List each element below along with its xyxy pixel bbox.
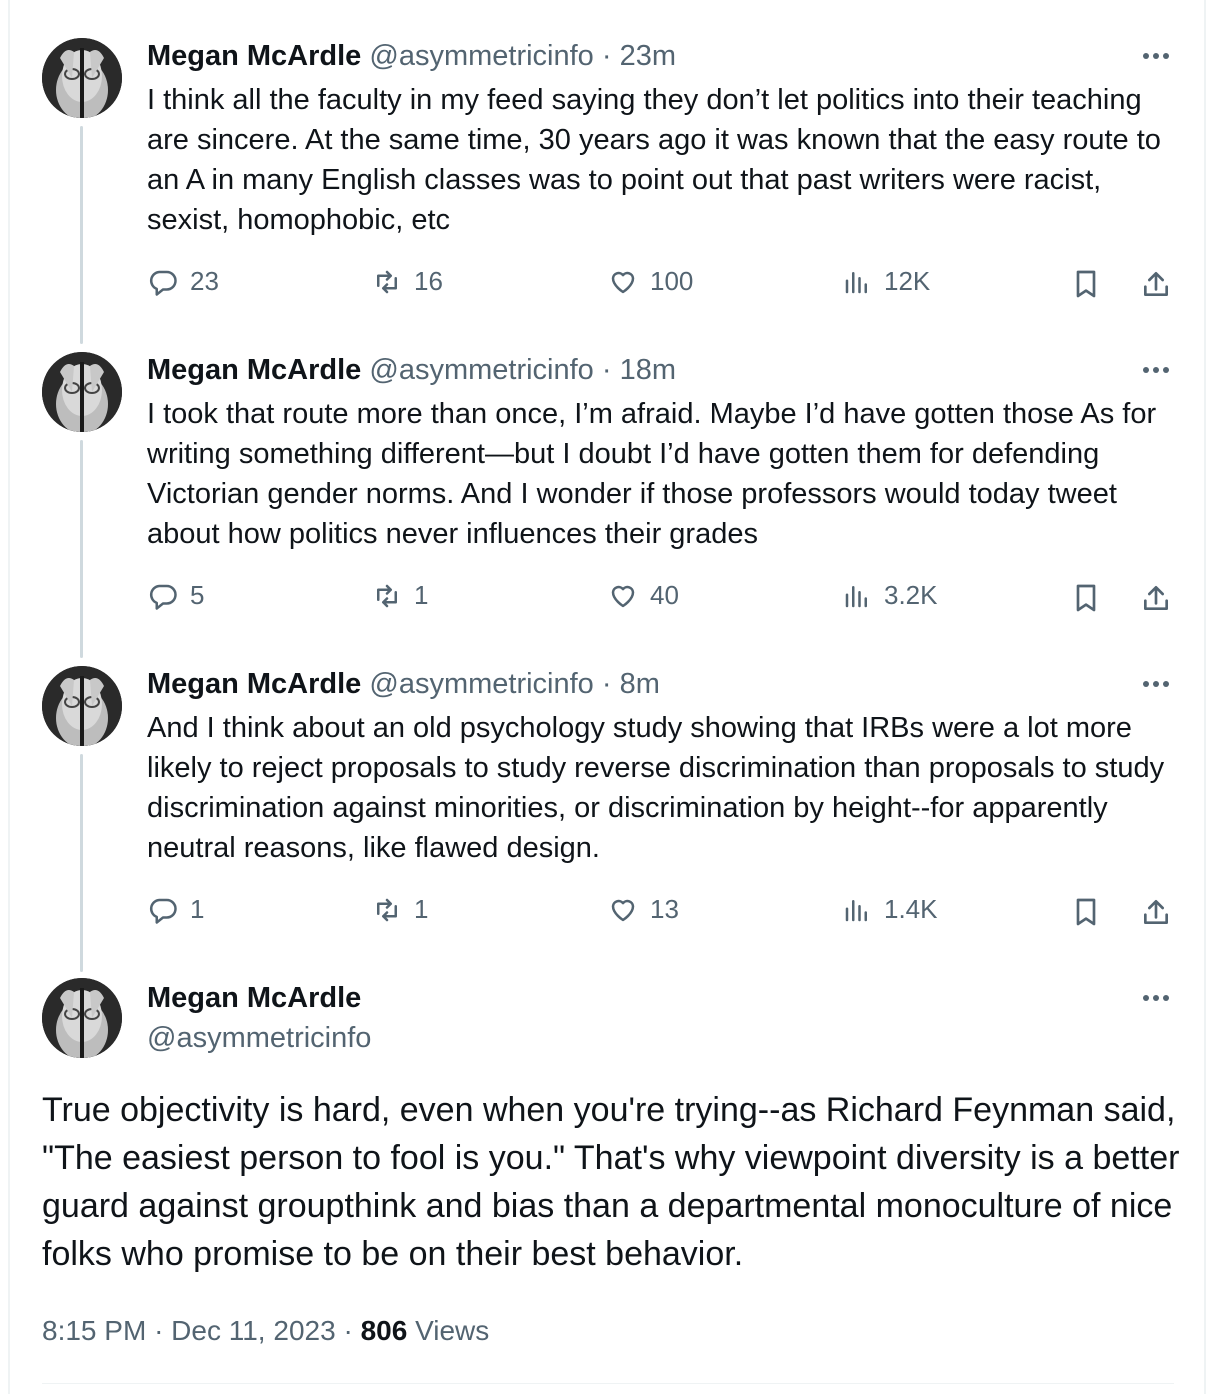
timestamp[interactable]: 8m [620, 668, 660, 700]
avatar[interactable] [42, 666, 122, 746]
main-avatar[interactable] [42, 978, 122, 1058]
like-button[interactable]: 40 [608, 580, 679, 611]
reply-icon [149, 270, 177, 296]
heart-icon [611, 899, 635, 921]
bookmark-icon[interactable] [1070, 268, 1102, 300]
tweet-text: I took that route more than once, I’m af… [147, 398, 1165, 550]
reply-button[interactable]: 1 [148, 894, 204, 925]
reply-count: 23 [190, 266, 219, 296]
post-date[interactable]: Dec 11, 2023 [171, 1315, 336, 1346]
like-button[interactable]: 13 [608, 894, 679, 925]
action-bar: 5 1 40 3.2K [0, 580, 1230, 620]
author-name[interactable]: Megan McArdle [147, 668, 361, 700]
tweet-text: I think all the faculty in my feed sayin… [147, 84, 1169, 236]
analytics-icon [845, 585, 867, 607]
avatar-image [42, 352, 122, 432]
bookmark-icon[interactable] [1070, 582, 1102, 614]
like-count: 40 [650, 580, 679, 610]
main-author-handle[interactable]: @asymmetricinfo [147, 1020, 371, 1056]
author-name[interactable]: Megan McArdle [147, 40, 361, 72]
avatar[interactable] [42, 352, 122, 432]
repost-button[interactable]: 16 [372, 266, 443, 297]
avatar-image [42, 978, 122, 1058]
reply-button[interactable]: 5 [148, 580, 204, 611]
avatar-image [42, 38, 122, 118]
more-icon[interactable] [1138, 46, 1174, 66]
separator-dot: · [154, 1315, 164, 1346]
more-icon[interactable] [1138, 674, 1174, 694]
share-icon[interactable] [1140, 582, 1172, 614]
share-icon[interactable] [1140, 896, 1172, 928]
tweet-header: Megan McArdle @asymmetricinfo · 23m [147, 38, 676, 74]
action-bar: 1 1 13 1.4K [0, 894, 1230, 934]
reply-count: 1 [190, 894, 205, 924]
author-handle[interactable]: @asymmetricinfo [369, 668, 593, 700]
repost-icon [377, 898, 397, 921]
heart-icon [611, 585, 635, 607]
like-count: 13 [650, 894, 679, 924]
views-button[interactable]: 1.4K [842, 894, 938, 925]
repost-icon [377, 584, 397, 607]
separator-dot: · [343, 1315, 353, 1346]
timestamp[interactable]: 23m [620, 40, 676, 72]
author-name[interactable]: Megan McArdle [147, 354, 361, 386]
tweet-header: Megan McArdle @asymmetricinfo · 8m [147, 666, 660, 702]
tweet-text: And I think about an old psychology stud… [147, 712, 1173, 864]
post-time[interactable]: 8:15 PM [42, 1315, 146, 1346]
main-author-name[interactable]: Megan McArdle [147, 980, 361, 1016]
main-tweet-text: True objectivity is hard, even when you'… [42, 1091, 1180, 1273]
divider [42, 1383, 1174, 1384]
view-count: 1.4K [884, 894, 938, 924]
thread-tweet[interactable]: Megan McArdle @asymmetricinfo · 23m I th… [0, 0, 1230, 320]
separator-dot: · [601, 354, 612, 386]
analytics-icon [845, 271, 867, 293]
thread-tweet[interactable]: Megan McArdle @asymmetricinfo · 18m I to… [0, 314, 1230, 634]
reply-icon [149, 584, 177, 610]
view-count: 3.2K [884, 580, 938, 610]
reply-count: 5 [190, 580, 205, 610]
avatar[interactable] [42, 38, 122, 118]
repost-button[interactable]: 1 [372, 580, 428, 611]
bookmark-icon[interactable] [1070, 896, 1102, 928]
action-bar: 23 16 100 12K [0, 266, 1230, 306]
views-label: Views [415, 1315, 490, 1346]
separator-dot: · [601, 40, 612, 72]
separator-dot: · [601, 668, 612, 700]
like-count: 100 [650, 266, 694, 296]
repost-count: 16 [414, 266, 443, 296]
author-handle[interactable]: @asymmetricinfo [369, 354, 593, 386]
reply-button[interactable]: 23 [148, 266, 219, 297]
view-count: 12K [884, 266, 931, 296]
avatar-image [42, 666, 122, 746]
repost-button[interactable]: 1 [372, 894, 428, 925]
more-icon[interactable] [1138, 988, 1174, 1008]
repost-count: 1 [414, 580, 429, 610]
thread-tweet[interactable]: Megan McArdle @asymmetricinfo · 8m And I… [0, 628, 1230, 948]
author-handle[interactable]: @asymmetricinfo [369, 40, 593, 72]
repost-icon [377, 270, 397, 293]
repost-count: 1 [414, 894, 429, 924]
views-button[interactable]: 12K [842, 266, 930, 297]
tweet-header: Megan McArdle @asymmetricinfo · 18m [147, 352, 676, 388]
timestamp[interactable]: 18m [620, 354, 676, 386]
more-icon[interactable] [1138, 360, 1174, 380]
views-button[interactable]: 3.2K [842, 580, 938, 611]
reply-icon [149, 898, 177, 924]
heart-icon [611, 271, 635, 293]
analytics-icon [845, 899, 867, 921]
share-icon[interactable] [1140, 268, 1172, 300]
tweet-meta: 8:15 PM · Dec 11, 2023 · 806 Views [42, 1312, 489, 1350]
like-button[interactable]: 100 [608, 266, 693, 297]
views-count: 806 [360, 1315, 408, 1346]
